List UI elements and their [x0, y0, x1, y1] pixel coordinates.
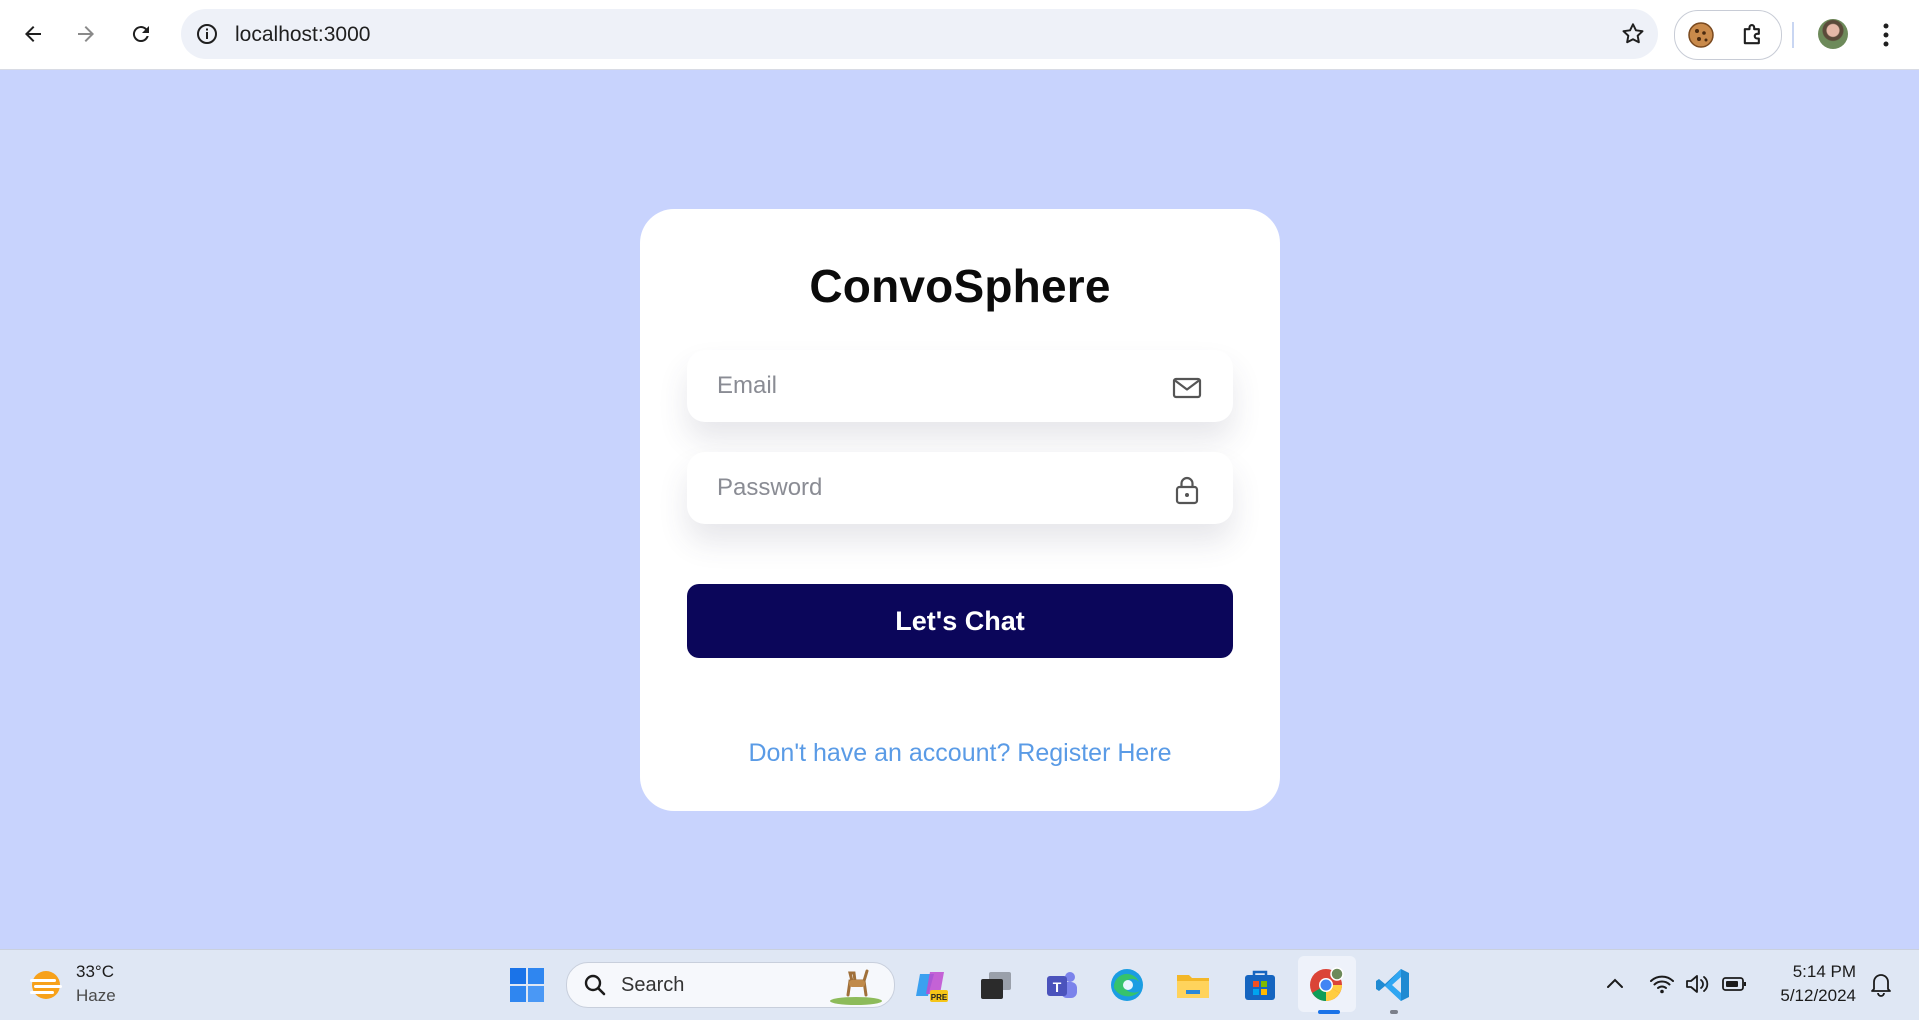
- taskbar-search-box[interactable]: Search: [566, 962, 895, 1008]
- extensions-group: [1674, 10, 1782, 60]
- edge-browser-icon[interactable]: [1108, 966, 1146, 1004]
- back-button[interactable]: [13, 14, 53, 54]
- more-menu-icon[interactable]: [1876, 20, 1896, 50]
- login-card: ConvoSphere Let's Chat Don't have an acc…: [640, 209, 1280, 811]
- password-field-container: [687, 452, 1233, 524]
- search-highlight-deer-icon: [830, 969, 882, 1005]
- search-label: Search: [621, 974, 685, 996]
- notification-bell-icon[interactable]: [1867, 970, 1895, 998]
- bookmark-star-icon[interactable]: [1620, 21, 1646, 47]
- extensions-puzzle-icon[interactable]: [1739, 21, 1767, 49]
- vscode-icon[interactable]: [1374, 966, 1412, 1004]
- teams-badge-text: T: [1053, 979, 1062, 995]
- weather-condition[interactable]: Haze: [76, 986, 116, 1006]
- copilot-badge-text: PRE: [931, 993, 948, 1002]
- chrome-browser-icon[interactable]: [1307, 966, 1345, 1004]
- file-explorer-icon[interactable]: [1174, 966, 1212, 1004]
- browser-toolbar: localhost:3000: [0, 0, 1919, 70]
- task-view-icon[interactable]: [977, 966, 1015, 1004]
- address-bar[interactable]: localhost:3000: [181, 9, 1658, 59]
- battery-icon[interactable]: [1720, 970, 1748, 998]
- mail-icon: [1172, 377, 1202, 399]
- clock-time[interactable]: 5:14 PM: [1754, 962, 1856, 982]
- email-input[interactable]: [687, 350, 1157, 422]
- vscode-running-indicator: [1390, 1010, 1398, 1014]
- password-input[interactable]: [687, 452, 1157, 524]
- profile-avatar[interactable]: [1818, 19, 1848, 49]
- site-info-icon[interactable]: [195, 22, 219, 46]
- forward-arrow-icon: [78, 26, 94, 42]
- haze-weather-icon[interactable]: [28, 967, 64, 1003]
- toolbar-divider: [1792, 22, 1794, 48]
- volume-icon[interactable]: [1683, 970, 1711, 998]
- teams-icon[interactable]: T: [1043, 966, 1081, 1004]
- back-arrow-icon: [25, 26, 41, 42]
- windows-start-icon[interactable]: [508, 966, 546, 1004]
- show-hidden-icons-chevron-icon[interactable]: [1601, 970, 1629, 998]
- chrome-active-indicator: [1318, 1010, 1340, 1014]
- weather-temperature[interactable]: 33°C: [76, 962, 114, 982]
- clock-date[interactable]: 5/12/2024: [1754, 986, 1856, 1006]
- url-text[interactable]: localhost:3000: [235, 23, 370, 47]
- lock-icon: [1175, 476, 1199, 505]
- reload-icon: [132, 26, 149, 43]
- copilot-icon[interactable]: PRE: [912, 966, 950, 1004]
- app-title: ConvoSphere: [809, 260, 1111, 312]
- forward-button[interactable]: [66, 14, 106, 54]
- search-icon: [584, 974, 606, 996]
- wifi-icon[interactable]: [1648, 970, 1676, 998]
- cookie-extension-icon[interactable]: [1687, 21, 1715, 49]
- reload-button[interactable]: [121, 14, 161, 54]
- register-link[interactable]: Don't have an account? Register Here: [640, 739, 1280, 768]
- lets-chat-button[interactable]: Let's Chat: [687, 584, 1233, 658]
- windows-taskbar: 33°C Haze Search PRE T 5:14 PM 5/12/2024: [0, 949, 1919, 1020]
- email-field-container: [687, 350, 1233, 422]
- microsoft-store-icon[interactable]: [1241, 966, 1279, 1004]
